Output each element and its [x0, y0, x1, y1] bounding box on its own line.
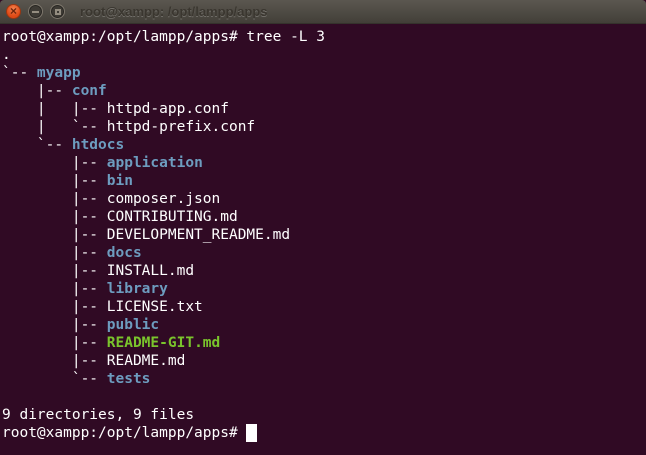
terminal-output[interactable]: root@xampp:/opt/lampp/apps# tree -L 3.`-…	[0, 24, 646, 455]
terminal-line: |-- library	[2, 280, 644, 298]
terminal-line: |-- README-GIT.md	[2, 334, 644, 352]
text-segment: | `-- httpd-prefix.conf	[2, 119, 255, 135]
terminal-line: .	[2, 46, 644, 64]
terminal-line: 9 directories, 9 files	[2, 406, 644, 424]
terminal-window: × root@xampp: /opt/lampp/apps root@xampp…	[0, 0, 646, 455]
close-icon: ×	[10, 5, 17, 17]
text-segment: conf	[72, 83, 107, 99]
text-segment: root@xampp:/opt/lampp/apps#	[2, 425, 246, 441]
text-segment: |--	[2, 281, 107, 297]
minimize-icon	[32, 11, 39, 13]
text-segment: htdocs	[72, 137, 124, 153]
terminal-line: |-- docs	[2, 244, 644, 262]
terminal-line	[2, 388, 644, 406]
terminal-line: |-- INSTALL.md	[2, 262, 644, 280]
terminal-line: |-- LICENSE.txt	[2, 298, 644, 316]
terminal-line: |-- application	[2, 154, 644, 172]
text-segment: public	[107, 317, 159, 333]
terminal-line: | `-- httpd-prefix.conf	[2, 118, 644, 136]
text-segment: |-- README.md	[2, 353, 185, 369]
maximize-button[interactable]	[50, 4, 65, 19]
terminal-cursor	[246, 424, 257, 442]
text-segment: tests	[107, 371, 151, 387]
text-segment: `--	[2, 65, 37, 81]
text-segment: .	[2, 47, 11, 63]
text-segment: |--	[2, 245, 107, 261]
text-segment: README-GIT.md	[107, 335, 221, 351]
terminal-line: root@xampp:/opt/lampp/apps# tree -L 3	[2, 28, 644, 46]
text-segment: bin	[107, 173, 133, 189]
text-segment: root@xampp:/opt/lampp/apps# tree -L 3	[2, 29, 325, 45]
text-segment: |--	[2, 335, 107, 351]
maximize-icon	[55, 9, 61, 15]
terminal-line: `-- tests	[2, 370, 644, 388]
text-segment: |-- INSTALL.md	[2, 263, 194, 279]
text-segment: library	[107, 281, 168, 297]
minimize-button[interactable]	[28, 4, 43, 19]
window-title: root@xampp: /opt/lampp/apps	[80, 4, 267, 19]
terminal-line: |-- DEVELOPMENT_README.md	[2, 226, 644, 244]
text-segment: docs	[107, 245, 142, 261]
text-segment: |-- composer.json	[2, 191, 220, 207]
terminal-line: |-- bin	[2, 172, 644, 190]
text-segment: |-- CONTRIBUTING.md	[2, 209, 238, 225]
terminal-line: |-- conf	[2, 82, 644, 100]
text-segment: 9 directories, 9 files	[2, 407, 194, 423]
text-segment: `--	[2, 137, 72, 153]
terminal-line: |-- public	[2, 316, 644, 334]
text-segment: |-- LICENSE.txt	[2, 299, 203, 315]
terminal-line: `-- myapp	[2, 64, 644, 82]
text-segment: |--	[2, 83, 72, 99]
text-segment: |-- DEVELOPMENT_README.md	[2, 227, 290, 243]
terminal-line: root@xampp:/opt/lampp/apps#	[2, 424, 644, 442]
text-segment: |--	[2, 317, 107, 333]
text-segment: `--	[2, 371, 107, 387]
text-segment: myapp	[37, 65, 81, 81]
text-segment: |--	[2, 173, 107, 189]
text-segment: | |-- httpd-app.conf	[2, 101, 229, 117]
terminal-line: |-- composer.json	[2, 190, 644, 208]
close-button[interactable]: ×	[6, 4, 21, 19]
terminal-line: | |-- httpd-app.conf	[2, 100, 644, 118]
terminal-line: |-- README.md	[2, 352, 644, 370]
terminal-line: |-- CONTRIBUTING.md	[2, 208, 644, 226]
titlebar[interactable]: × root@xampp: /opt/lampp/apps	[0, 0, 646, 24]
terminal-line: `-- htdocs	[2, 136, 644, 154]
text-segment: application	[107, 155, 203, 171]
text-segment: |--	[2, 155, 107, 171]
